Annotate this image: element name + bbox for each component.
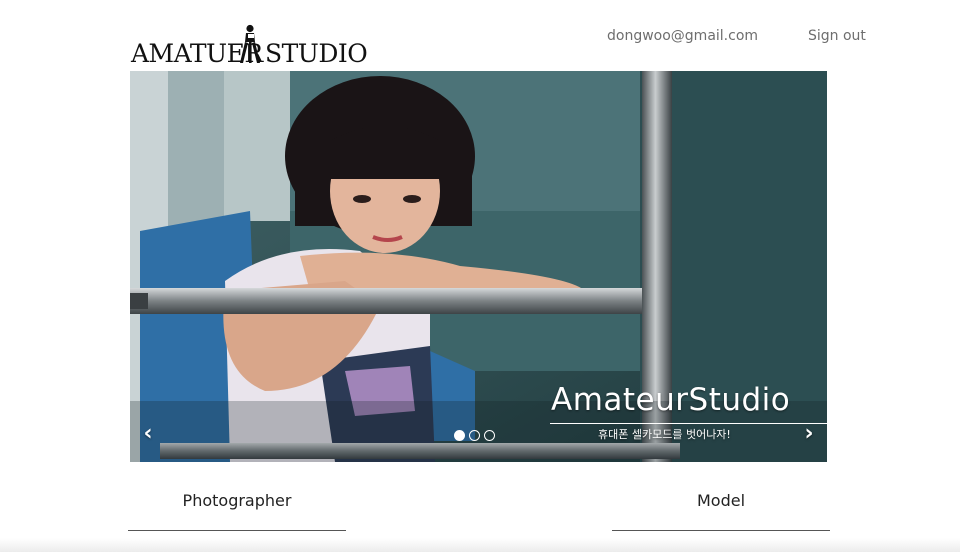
hero-subtitle: 휴대폰 셀카모드를 벗어나자!: [598, 428, 731, 441]
carousel-indicator-2[interactable]: [469, 430, 480, 441]
logo-text-right: STUDIO: [265, 39, 368, 68]
carousel-indicator-1[interactable]: [454, 430, 465, 441]
hero-caption-divider: [550, 423, 827, 424]
photographer-tab-label: Photographer: [182, 491, 292, 510]
carousel-next-arrow-icon[interactable]: ›: [800, 423, 818, 445]
hero-title: AmateurStudio: [551, 382, 791, 418]
photographer-tripod-icon: [240, 24, 260, 63]
model-tab-underline: [612, 530, 830, 531]
signout-link[interactable]: Sign out: [808, 27, 866, 45]
model-tab-label: Model: [696, 491, 746, 510]
user-email: dongwoo@gmail.com: [607, 28, 759, 44]
hero-carousel[interactable]: AmateurStudio 휴대폰 셀카모드를 벗어나자! ‹ ›: [130, 71, 827, 462]
carousel-indicator-3[interactable]: [484, 430, 495, 441]
photographer-tab[interactable]: Photographer: [128, 490, 346, 531]
site-logo[interactable]: AMATUER STUDIO: [130, 24, 368, 68]
model-tab[interactable]: Model: [612, 490, 830, 531]
page-bottom-fade: [0, 538, 960, 552]
hero-caption: AmateurStudio 휴대폰 셀카모드를 벗어나자!: [550, 381, 827, 442]
carousel-prev-arrow-icon[interactable]: ‹: [139, 423, 157, 445]
carousel-indicators: [454, 430, 499, 442]
photographer-tab-underline: [128, 530, 346, 531]
